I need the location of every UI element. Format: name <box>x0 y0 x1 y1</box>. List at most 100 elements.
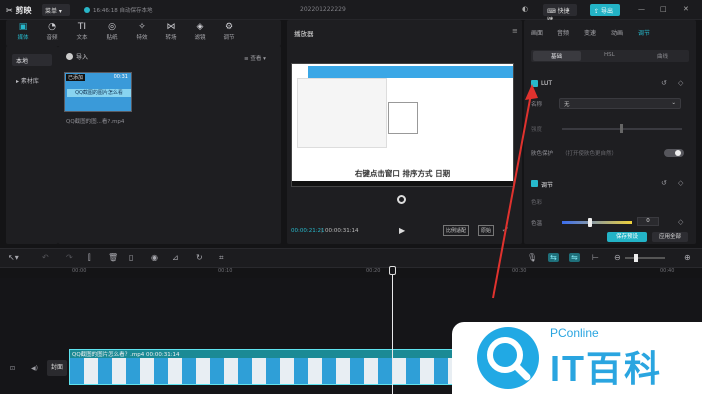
zoom-slider[interactable] <box>625 257 665 259</box>
temperature-value[interactable]: 0 <box>637 217 659 226</box>
sidebar-item-local[interactable]: 本地 <box>12 54 52 66</box>
pconline-logo-icon <box>477 327 539 389</box>
feedback-icon[interactable]: ◐ <box>522 5 528 13</box>
keyframe-icon[interactable]: ◇ <box>678 79 683 87</box>
subtab-curve[interactable]: 曲线 <box>657 52 668 60</box>
play-icon[interactable]: ▶ <box>399 226 405 235</box>
main-track-magnet-icon[interactable]: ⇆ <box>548 253 559 262</box>
rotate-icon[interactable]: ↻ <box>196 253 203 262</box>
strength-slider-handle[interactable] <box>620 124 623 133</box>
tool-text[interactable]: TI 文本 <box>69 22 95 41</box>
tab-speed[interactable]: 变速 <box>584 28 596 37</box>
clip-caption: QQ截图的图片怎么看 <box>67 89 131 97</box>
undo-icon[interactable]: ↶ <box>42 253 49 262</box>
playhead-line <box>392 266 393 394</box>
linkage-icon[interactable]: ⊢ <box>592 253 599 262</box>
apply-all-button[interactable]: 应用全部 <box>652 232 688 242</box>
reset-icon[interactable]: ↺ <box>661 79 667 87</box>
auto-snap-icon[interactable]: ⇋ <box>569 253 580 262</box>
subtab-hsl[interactable]: HSL <box>604 52 615 58</box>
shortcut-button[interactable]: ⌨ 快捷键 <box>543 4 577 24</box>
clip-frames <box>70 358 468 384</box>
minimize-icon[interactable]: — <box>638 5 645 13</box>
media-toolbar: ▣ 媒体 ◔ 音频 TI 文本 ◎ 贴纸 ✧ 特效 ⋈ 转场 ◈ 滤镜 ⚙ 调节 <box>6 20 281 46</box>
ruler-tick: 00:00 <box>72 268 87 274</box>
save-preset-button[interactable]: 保存预设 <box>607 232 647 242</box>
autosave-status: 16:46:18 自动保存本地 <box>84 6 152 14</box>
video-window-image <box>297 78 387 148</box>
tool-sticker[interactable]: ◎ 贴纸 <box>99 22 125 41</box>
freeze-icon[interactable]: ▯ <box>129 253 133 262</box>
lut-name-select[interactable]: 无 ⌄ <box>559 98 681 109</box>
adjust-reset-icon[interactable]: ↺ <box>661 179 667 187</box>
video-preview[interactable]: 右键点击窗口 排序方式 日期 <box>291 63 514 187</box>
tool-filter[interactable]: ◈ 滤镜 <box>187 22 213 41</box>
reverse-icon[interactable]: ◉ <box>151 253 158 262</box>
transition-icon: ⋈ <box>166 22 176 32</box>
video-banner <box>308 66 513 78</box>
app-logo: ✂ 剪映 <box>6 6 32 15</box>
rotate-handle-icon[interactable] <box>397 195 406 204</box>
added-badge: 已添加 <box>66 74 86 81</box>
playhead-handle[interactable] <box>389 266 396 275</box>
temperature-keyframe-icon[interactable]: ◇ <box>678 218 683 226</box>
tab-animation[interactable]: 动画 <box>611 28 623 37</box>
crop-icon[interactable]: ⌗ <box>219 253 224 263</box>
filter-icon: ◈ <box>196 22 204 32</box>
tool-transition[interactable]: ⋈ 转场 <box>158 22 184 41</box>
color-protect-toggle[interactable] <box>664 149 684 157</box>
tool-effects[interactable]: ✧ 特效 <box>129 22 155 41</box>
autosave-dot-icon <box>84 7 90 13</box>
clip-duration: 00:31 <box>113 74 128 80</box>
media-clip-thumbnail[interactable]: 已添加 00:31 QQ截图的图片怎么看 <box>64 72 132 112</box>
effects-icon: ✧ <box>138 22 146 32</box>
tool-audio[interactable]: ◔ 音频 <box>39 22 65 41</box>
text-icon: TI <box>77 22 87 32</box>
subtab-basic[interactable]: 基础 <box>551 52 562 60</box>
maximize-icon[interactable]: □ <box>660 5 667 13</box>
split-icon[interactable]: ⫿ <box>88 253 91 263</box>
mirror-icon[interactable]: ⊿ <box>172 253 179 262</box>
document-title: 202201222229 <box>300 6 346 13</box>
export-button[interactable]: ⇪ 导出 <box>590 4 620 16</box>
tab-audio[interactable]: 音频 <box>557 28 569 37</box>
cover-button[interactable]: 封面 <box>47 360 67 376</box>
media-icon: ▣ <box>18 22 28 32</box>
select-tool-icon[interactable]: ↖▾ <box>8 253 19 262</box>
media-sidebar: 本地 ▸ 素材库 <box>6 46 58 244</box>
adjust-keyframe-icon[interactable]: ◇ <box>678 179 683 187</box>
close-icon[interactable]: ✕ <box>683 5 689 13</box>
delete-icon[interactable]: 🗑 <box>108 253 118 262</box>
zoom-in-icon[interactable]: ⊕ <box>684 253 691 262</box>
current-time: 00:00:21:21 <box>291 228 325 234</box>
video-context-menu-image <box>388 102 418 134</box>
lock-track-icon[interactable]: ⊡ <box>10 365 15 372</box>
redo-icon[interactable]: ↷ <box>66 253 73 262</box>
zoom-slider-handle[interactable] <box>634 254 638 262</box>
ruler-tick: 00:10 <box>218 268 233 274</box>
tab-adjust[interactable]: 调节 <box>638 28 650 37</box>
temperature-slider[interactable] <box>562 221 632 224</box>
tool-media[interactable]: ▣ 媒体 <box>10 22 36 41</box>
ruler-tick: 00:20 <box>366 268 381 274</box>
menu-button[interactable]: 菜单 ▾ <box>42 4 70 16</box>
color-protect-hint: （打开使肤色更自然） <box>562 151 618 157</box>
annotation-arrow <box>492 84 538 299</box>
zoom-out-icon[interactable]: ⊖ <box>614 253 621 262</box>
tool-adjust[interactable]: ⚙ 调节 <box>216 22 242 41</box>
player-menu-icon[interactable]: ≡ <box>512 27 518 35</box>
player-title: 播放器 <box>294 30 314 38</box>
tab-picture[interactable]: 画面 <box>531 28 543 37</box>
timeline-clip-label: QQ截图的图片怎么看？.mp4 00:00:31:14 <box>72 352 180 358</box>
mute-track-icon[interactable]: ◀) <box>31 365 38 372</box>
sidebar-item-library[interactable]: ▸ 素材库 <box>12 74 52 86</box>
timeline-ruler[interactable] <box>0 268 702 278</box>
media-clip-name: QQ截图的图...看?.mp4 <box>66 119 125 125</box>
watermark-brand-main: IT百科 <box>550 348 662 389</box>
import-button[interactable]: 导入 <box>66 52 88 61</box>
temperature-slider-handle[interactable] <box>588 218 592 227</box>
view-dropdown[interactable]: ≡ 查看 ▾ <box>244 54 266 62</box>
ratio-button[interactable]: 比例适配 <box>443 225 470 236</box>
adjust-icon: ⚙ <box>224 22 234 32</box>
video-taskbar <box>292 181 513 186</box>
